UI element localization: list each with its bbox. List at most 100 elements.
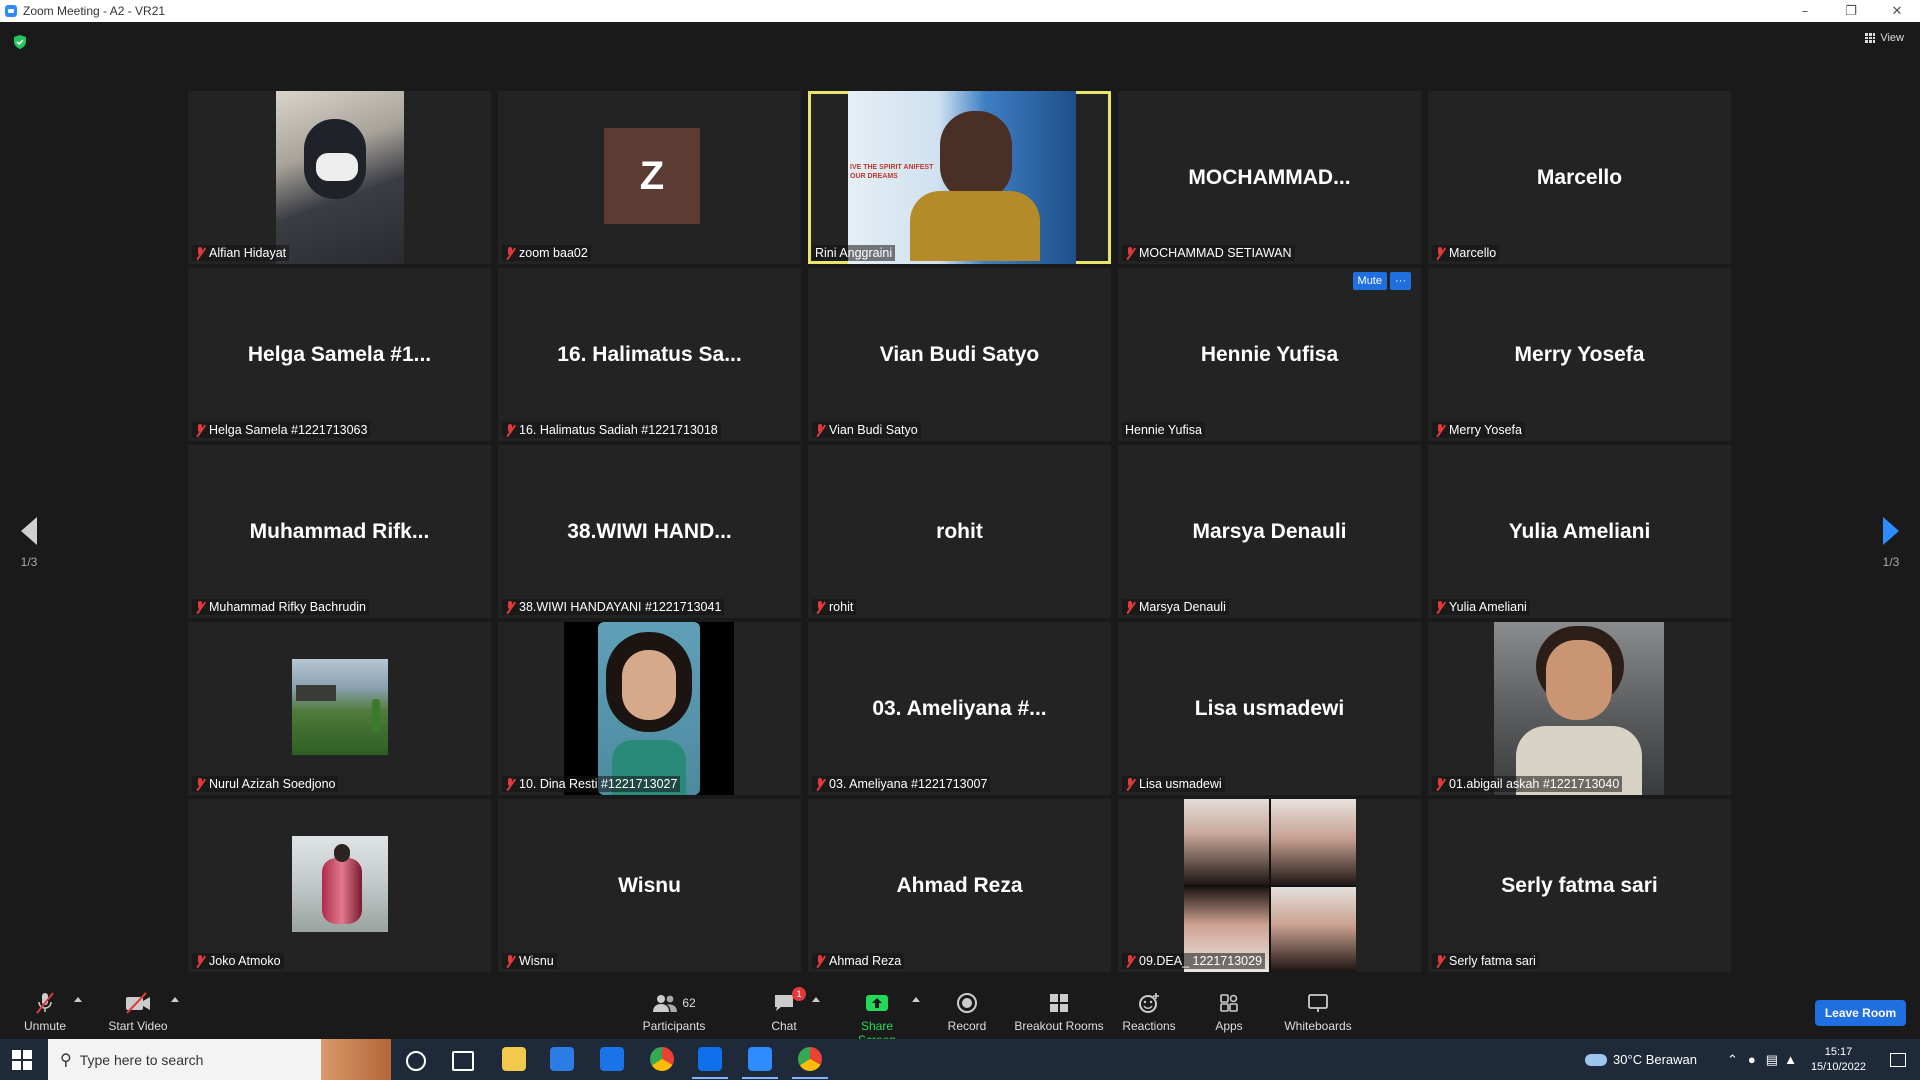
participant-tile[interactable]: Marsya Denauli Marsya Denauli — [1118, 445, 1421, 618]
zoom-taskbar-icon[interactable] — [742, 1047, 778, 1079]
taskbar-search-box[interactable]: ⚲ Type here to search — [48, 1039, 391, 1080]
close-icon[interactable]: ✕ — [1874, 0, 1920, 22]
whiteboards-button[interactable]: Whiteboards — [1282, 991, 1354, 1033]
minimize-icon[interactable]: – — [1782, 0, 1828, 22]
face-shape — [622, 650, 676, 720]
view-button[interactable]: View — [1865, 32, 1904, 44]
weather-text[interactable]: 30°C Berawan — [1613, 1052, 1697, 1067]
microphone-icon[interactable]: ● — [1748, 1052, 1756, 1067]
face-shape — [940, 111, 1012, 201]
reactions-button[interactable]: Reactions — [1122, 991, 1176, 1033]
clock[interactable]: 15:17 15/10/2022 — [1811, 1045, 1866, 1075]
start-video-button[interactable]: Start Video — [106, 991, 170, 1033]
security-shield-icon[interactable] — [13, 35, 27, 49]
search-icon: ⚲ — [60, 1051, 72, 1069]
video-options-caret-icon[interactable] — [171, 997, 179, 1002]
participant-tile[interactable]: Mute ··· Hennie Yufisa Hennie Yufisa — [1118, 268, 1421, 441]
reactions-label: Reactions — [1122, 1019, 1176, 1033]
unmute-label: Unmute — [23, 1019, 67, 1033]
apps-button[interactable]: Apps — [1214, 991, 1244, 1033]
task-view-icon[interactable] — [452, 1051, 474, 1071]
windows-start-icon[interactable] — [12, 1050, 32, 1070]
participant-tile[interactable]: Merry Yosefa Merry Yosefa — [1428, 268, 1731, 441]
participants-button[interactable]: 62 Participants — [640, 991, 708, 1033]
chrome-icon[interactable] — [650, 1047, 674, 1071]
participant-tile[interactable]: Nurul Azizah Soedjono — [188, 622, 491, 795]
clothing-shape — [910, 191, 1040, 261]
audio-options-caret-icon[interactable] — [74, 997, 82, 1002]
participant-tile[interactable]: Joko Atmoko — [188, 799, 491, 972]
participant-name-label: zoom baa02 — [502, 245, 591, 261]
participant-tile[interactable]: Lisa usmadewi Lisa usmadewi — [1118, 622, 1421, 795]
participant-tile[interactable]: Serly fatma sari Serly fatma sari — [1428, 799, 1731, 972]
participant-tile[interactable]: 16. Halimatus Sa... 16. Halimatus Sadiah… — [498, 268, 801, 441]
search-highlight-image — [321, 1039, 391, 1080]
participant-tile[interactable]: 38.WIWI HAND... 38.WIWI HANDAYANI #12217… — [498, 445, 801, 618]
participant-video — [564, 622, 734, 795]
participant-tile[interactable]: 09.DEA_ 1221713029 — [1118, 799, 1421, 972]
network-icon[interactable]: ▤ — [1766, 1052, 1778, 1068]
chrome-profile-icon[interactable] — [792, 1047, 828, 1079]
participant-tile[interactable]: 03. Ameliyana #... 03. Ameliyana #122171… — [808, 622, 1111, 795]
participant-tile[interactable]: 10. Dina Resti #1221713027 — [498, 622, 801, 795]
participant-name-label: Wisnu — [502, 953, 557, 969]
breakout-rooms-button[interactable]: Breakout Rooms — [1014, 991, 1104, 1033]
leave-room-button[interactable]: Leave Room — [1815, 1000, 1906, 1026]
breakout-rooms-icon — [1014, 991, 1104, 1015]
microsoft-store-icon[interactable] — [550, 1047, 574, 1071]
participant-display-name: rohit — [936, 519, 983, 543]
participant-tile[interactable]: Yulia Ameliani Yulia Ameliani — [1428, 445, 1731, 618]
next-page-button[interactable]: 1/3 — [1876, 517, 1906, 569]
participant-tile[interactable]: Marcello Marcello — [1428, 91, 1731, 264]
participant-tile[interactable]: Alfian Hidayat — [188, 91, 491, 264]
participant-tile[interactable]: 01.abigail askah #1221713040 — [1428, 622, 1731, 795]
share-options-caret-icon[interactable] — [912, 997, 920, 1002]
cortana-icon[interactable] — [406, 1051, 426, 1071]
volume-icon[interactable]: ▲ — [1784, 1052, 1797, 1067]
apps-label: Apps — [1215, 1019, 1243, 1033]
chat-icon: 1 — [768, 987, 806, 1015]
participant-tile[interactable]: MOCHAMMAD... MOCHAMMAD SETIAWAN — [1118, 91, 1421, 264]
participant-name-label: Rini Anggraini — [812, 245, 896, 261]
chat-options-caret-icon[interactable] — [812, 997, 820, 1002]
participant-tile[interactable]: Vian Budi Satyo Vian Budi Satyo — [808, 268, 1111, 441]
participant-name-label: Hennie Yufisa — [1122, 422, 1205, 438]
participant-tile[interactable]: Z zoom baa02 — [498, 91, 801, 264]
participant-video — [1494, 622, 1664, 795]
chat-button[interactable]: 1 Chat — [768, 987, 806, 1033]
participant-tile[interactable]: Wisnu Wisnu — [498, 799, 801, 972]
participant-tile-active-speaker[interactable]: IVE THE SPIRIT ANIFEST OUR DREAMS Rini A… — [808, 91, 1111, 264]
participant-name-label: Alfian Hidayat — [192, 245, 290, 261]
mic-muted-icon — [195, 424, 206, 436]
collage-cell — [1271, 799, 1356, 885]
unmute-button[interactable]: Unmute — [22, 991, 68, 1033]
apps-icon — [1214, 991, 1244, 1015]
participant-tile[interactable]: rohit rohit — [808, 445, 1111, 618]
participant-tile[interactable]: Helga Samela #1... Helga Samela #1221713… — [188, 268, 491, 441]
file-explorer-icon[interactable] — [502, 1047, 526, 1071]
mic-muted-icon — [505, 955, 516, 967]
arrow-right-icon — [1883, 517, 1899, 545]
participant-display-name: 03. Ameliyana #... — [872, 696, 1047, 720]
restore-icon[interactable]: ❐ — [1828, 0, 1874, 22]
grid-view-icon — [1865, 33, 1876, 43]
participant-tile[interactable]: Ahmad Reza Ahmad Reza — [808, 799, 1111, 972]
participant-display-name: Helga Samela #1... — [247, 342, 432, 366]
record-label: Record — [947, 1019, 987, 1033]
share-screen-icon — [842, 991, 912, 1015]
teamviewer-icon[interactable] — [692, 1047, 728, 1079]
clock-time: 15:17 — [1824, 1045, 1853, 1058]
notifications-icon[interactable] — [1890, 1052, 1906, 1067]
record-button[interactable]: Record — [946, 991, 988, 1033]
chevron-up-icon[interactable]: ⌃ — [1727, 1052, 1738, 1068]
participant-name-label: 16. Halimatus Sadiah #1221713018 — [502, 422, 721, 438]
previous-page-button[interactable]: 1/3 — [14, 517, 44, 569]
participant-tile[interactable]: Muhammad Rifk... Muhammad Rifky Bachrudi… — [188, 445, 491, 618]
mic-muted-icon — [22, 991, 68, 1015]
more-options-button[interactable]: ··· — [1390, 272, 1411, 290]
mute-participant-button[interactable]: Mute — [1352, 272, 1387, 290]
participant-name-label: Serly fatma sari — [1432, 953, 1539, 969]
participant-display-name: Marcello — [1536, 165, 1623, 189]
mail-icon[interactable] — [600, 1047, 624, 1071]
mic-muted-icon — [815, 601, 826, 613]
